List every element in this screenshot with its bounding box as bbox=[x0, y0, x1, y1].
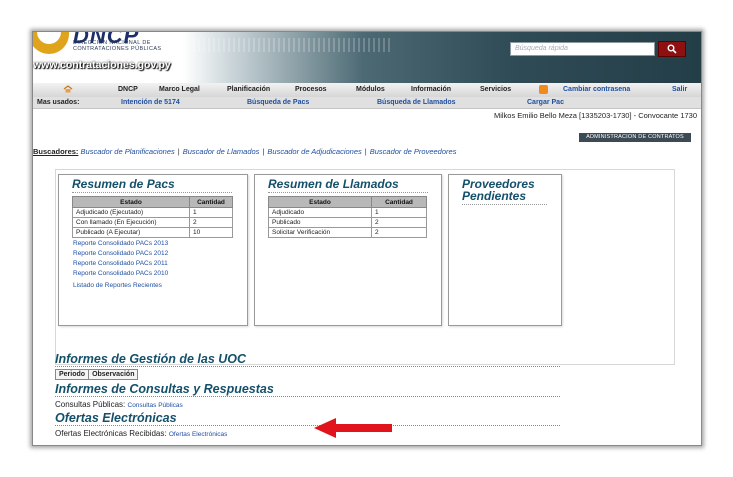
logo-subtitle: DIRECCIÓN NACIONAL DE CONTRATACIONES PÚB… bbox=[73, 40, 161, 52]
nav-item-informacion[interactable]: Información bbox=[411, 86, 451, 93]
llamados-cell-cantidad: 2 bbox=[371, 227, 427, 238]
pacs-cell-estado: Con llamado (En Ejecución) bbox=[72, 217, 190, 228]
pacs-header-cantidad: Cantidad bbox=[189, 196, 233, 208]
nav-item-servicios[interactable]: Servicios bbox=[480, 86, 511, 93]
most-used-item-busqueda-pacs[interactable]: Búsqueda de Pacs bbox=[247, 99, 309, 106]
home-icon[interactable] bbox=[63, 85, 73, 95]
llamados-cell-estado: Adjudicado bbox=[268, 207, 372, 218]
llamados-header-cantidad: Cantidad bbox=[371, 196, 427, 208]
logo-subtitle-line-2: CONTRATACIONES PÚBLICAS bbox=[73, 46, 162, 52]
search-button[interactable] bbox=[658, 41, 686, 57]
recent-reports-link[interactable]: Listado de Reportes Recientes bbox=[73, 282, 162, 289]
report-link-2012[interactable]: Reporte Consolidado PACs 2012 bbox=[73, 250, 168, 257]
pacs-cell-cantidad: 1 bbox=[189, 207, 233, 218]
report-link-2010[interactable]: Reporte Consolidado PACs 2010 bbox=[73, 270, 168, 277]
nav-item-procesos[interactable]: Procesos bbox=[295, 86, 327, 93]
site-header: DNCP DIRECCIÓN NACIONAL DE CONTRATACIONE… bbox=[33, 32, 701, 83]
ofertas-electronicas-link[interactable]: Ofertas Electrónicas bbox=[169, 431, 228, 438]
nav-item-planificacion[interactable]: Planificación bbox=[227, 86, 270, 93]
buscadores-label: Buscadores: bbox=[33, 147, 79, 156]
llamados-cell-estado: Publicado bbox=[268, 217, 372, 228]
rss-icon[interactable] bbox=[539, 85, 548, 94]
pacs-cell-cantidad: 2 bbox=[189, 217, 233, 228]
report-link-2013[interactable]: Reporte Consolidado PACs 2013 bbox=[73, 240, 168, 247]
llamados-cell-estado: Solicitar Verificación bbox=[268, 227, 372, 238]
llamados-summary-title: Resumen de Llamados bbox=[268, 177, 399, 191]
pacs-cell-cantidad: 10 bbox=[189, 227, 233, 238]
pacs-summary-title: Resumen de Pacs bbox=[72, 177, 175, 191]
header-decoration bbox=[193, 38, 393, 52]
informes-uoc-table: Periodo Observación bbox=[54, 369, 139, 380]
most-used-item-cargar-pac[interactable]: Cargar Pac bbox=[527, 99, 564, 106]
llamados-summary-panel: Resumen de Llamados Estado Cantidad Adju… bbox=[254, 174, 442, 326]
informes-uoc-header-observacion: Observación bbox=[88, 369, 139, 380]
nav-item-dncp[interactable]: DNCP bbox=[118, 86, 138, 93]
pacs-header-estado: Estado bbox=[72, 196, 190, 208]
dncp-logo-icon bbox=[33, 32, 69, 54]
table-row: Adjudicado (Ejecutado) 1 bbox=[72, 207, 233, 218]
site-url: www.contrataciones.gov.py bbox=[33, 59, 171, 71]
arrow-left-icon bbox=[314, 418, 392, 438]
proveedores-pendientes-title: Proveedores Pendientes bbox=[462, 178, 535, 202]
main-nav: DNCP Marco Legal Planificación Procesos … bbox=[33, 83, 701, 98]
table-row: Publicado (A Ejecutar) 10 bbox=[72, 227, 233, 238]
report-link-2011[interactable]: Reporte Consolidado PACs 2011 bbox=[73, 260, 168, 267]
buscador-proveedores-link[interactable]: Buscador de Proveedores bbox=[370, 147, 457, 156]
buscador-planificaciones-link[interactable]: Buscador de Planificaciones bbox=[81, 147, 175, 156]
pacs-table: Estado Cantidad Adjudicado (Ejecutado) 1… bbox=[72, 196, 233, 238]
pacs-summary-panel: Resumen de Pacs Estado Cantidad Adjudica… bbox=[58, 174, 248, 326]
most-used-label: Mas usados: bbox=[37, 99, 80, 106]
consultas-label: Consultas Públicas: bbox=[55, 400, 126, 409]
admin-contracts-button[interactable]: ADMINISTRACION DE CONTRATOS bbox=[579, 133, 691, 142]
ofertas-label: Ofertas Electrónicas Recibidas: bbox=[55, 429, 167, 438]
nav-item-marco-legal[interactable]: Marco Legal bbox=[159, 86, 200, 93]
table-row: Solicitar Verificación 2 bbox=[268, 227, 427, 238]
table-row: Publicado 2 bbox=[268, 217, 427, 228]
pacs-cell-estado: Publicado (A Ejecutar) bbox=[72, 227, 190, 238]
ofertas-title: Ofertas Electrónicas bbox=[55, 411, 177, 425]
buscador-llamados-link[interactable]: Buscador de Llamados bbox=[183, 147, 260, 156]
proveedores-title-line-2: Pendientes bbox=[462, 189, 527, 203]
user-info: Milkos Emilio Bello Meza [1335203-1730] … bbox=[493, 111, 697, 120]
informes-uoc-header-periodo: Periodo bbox=[54, 369, 90, 380]
logout-link[interactable]: Salir bbox=[672, 86, 687, 93]
proveedores-pendientes-panel: Proveedores Pendientes bbox=[448, 174, 562, 326]
nav-item-modulos[interactable]: Módulos bbox=[356, 86, 385, 93]
search-icon bbox=[667, 44, 677, 54]
browser-frame: DNCP DIRECCIÓN NACIONAL DE CONTRATACIONE… bbox=[32, 31, 702, 446]
llamados-header-estado: Estado bbox=[268, 196, 372, 208]
consultas-publicas-link[interactable]: Consultas Públicas bbox=[128, 402, 183, 409]
quick-search-input[interactable]: Búsqueda rápida bbox=[510, 42, 655, 56]
llamados-cell-cantidad: 1 bbox=[371, 207, 427, 218]
consultas-title: Informes de Consultas y Respuestas bbox=[55, 382, 274, 396]
pacs-cell-estado: Adjudicado (Ejecutado) bbox=[72, 207, 190, 218]
most-used-bar: Mas usados: Intención de 5174 Búsqueda d… bbox=[33, 97, 701, 109]
change-password-link[interactable]: Cambiar contrasena bbox=[563, 86, 630, 93]
summary-panels: Resumen de Pacs Estado Cantidad Adjudica… bbox=[55, 169, 675, 365]
search-links-bar: Buscadores: Buscador de Planificaciones |… bbox=[33, 147, 457, 156]
llamados-table: Estado Cantidad Adjudicado 1 Publicado 2… bbox=[268, 196, 427, 238]
table-row: Adjudicado 1 bbox=[268, 207, 427, 218]
informes-uoc-title: Informes de Gestión de las UOC bbox=[55, 352, 247, 366]
most-used-item-intencion[interactable]: Intención de 5174 bbox=[121, 99, 180, 106]
table-row: Con llamado (En Ejecución) 2 bbox=[72, 217, 233, 228]
llamados-cell-cantidad: 2 bbox=[371, 217, 427, 228]
consultas-row: Consultas Públicas: Consultas Públicas bbox=[55, 400, 183, 409]
ofertas-row: Ofertas Electrónicas Recibidas: Ofertas … bbox=[55, 429, 227, 438]
most-used-item-busqueda-llamados[interactable]: Búsqueda de Llamados bbox=[377, 99, 456, 106]
buscador-adjudicaciones-link[interactable]: Buscador de Adjudicaciones bbox=[267, 147, 361, 156]
